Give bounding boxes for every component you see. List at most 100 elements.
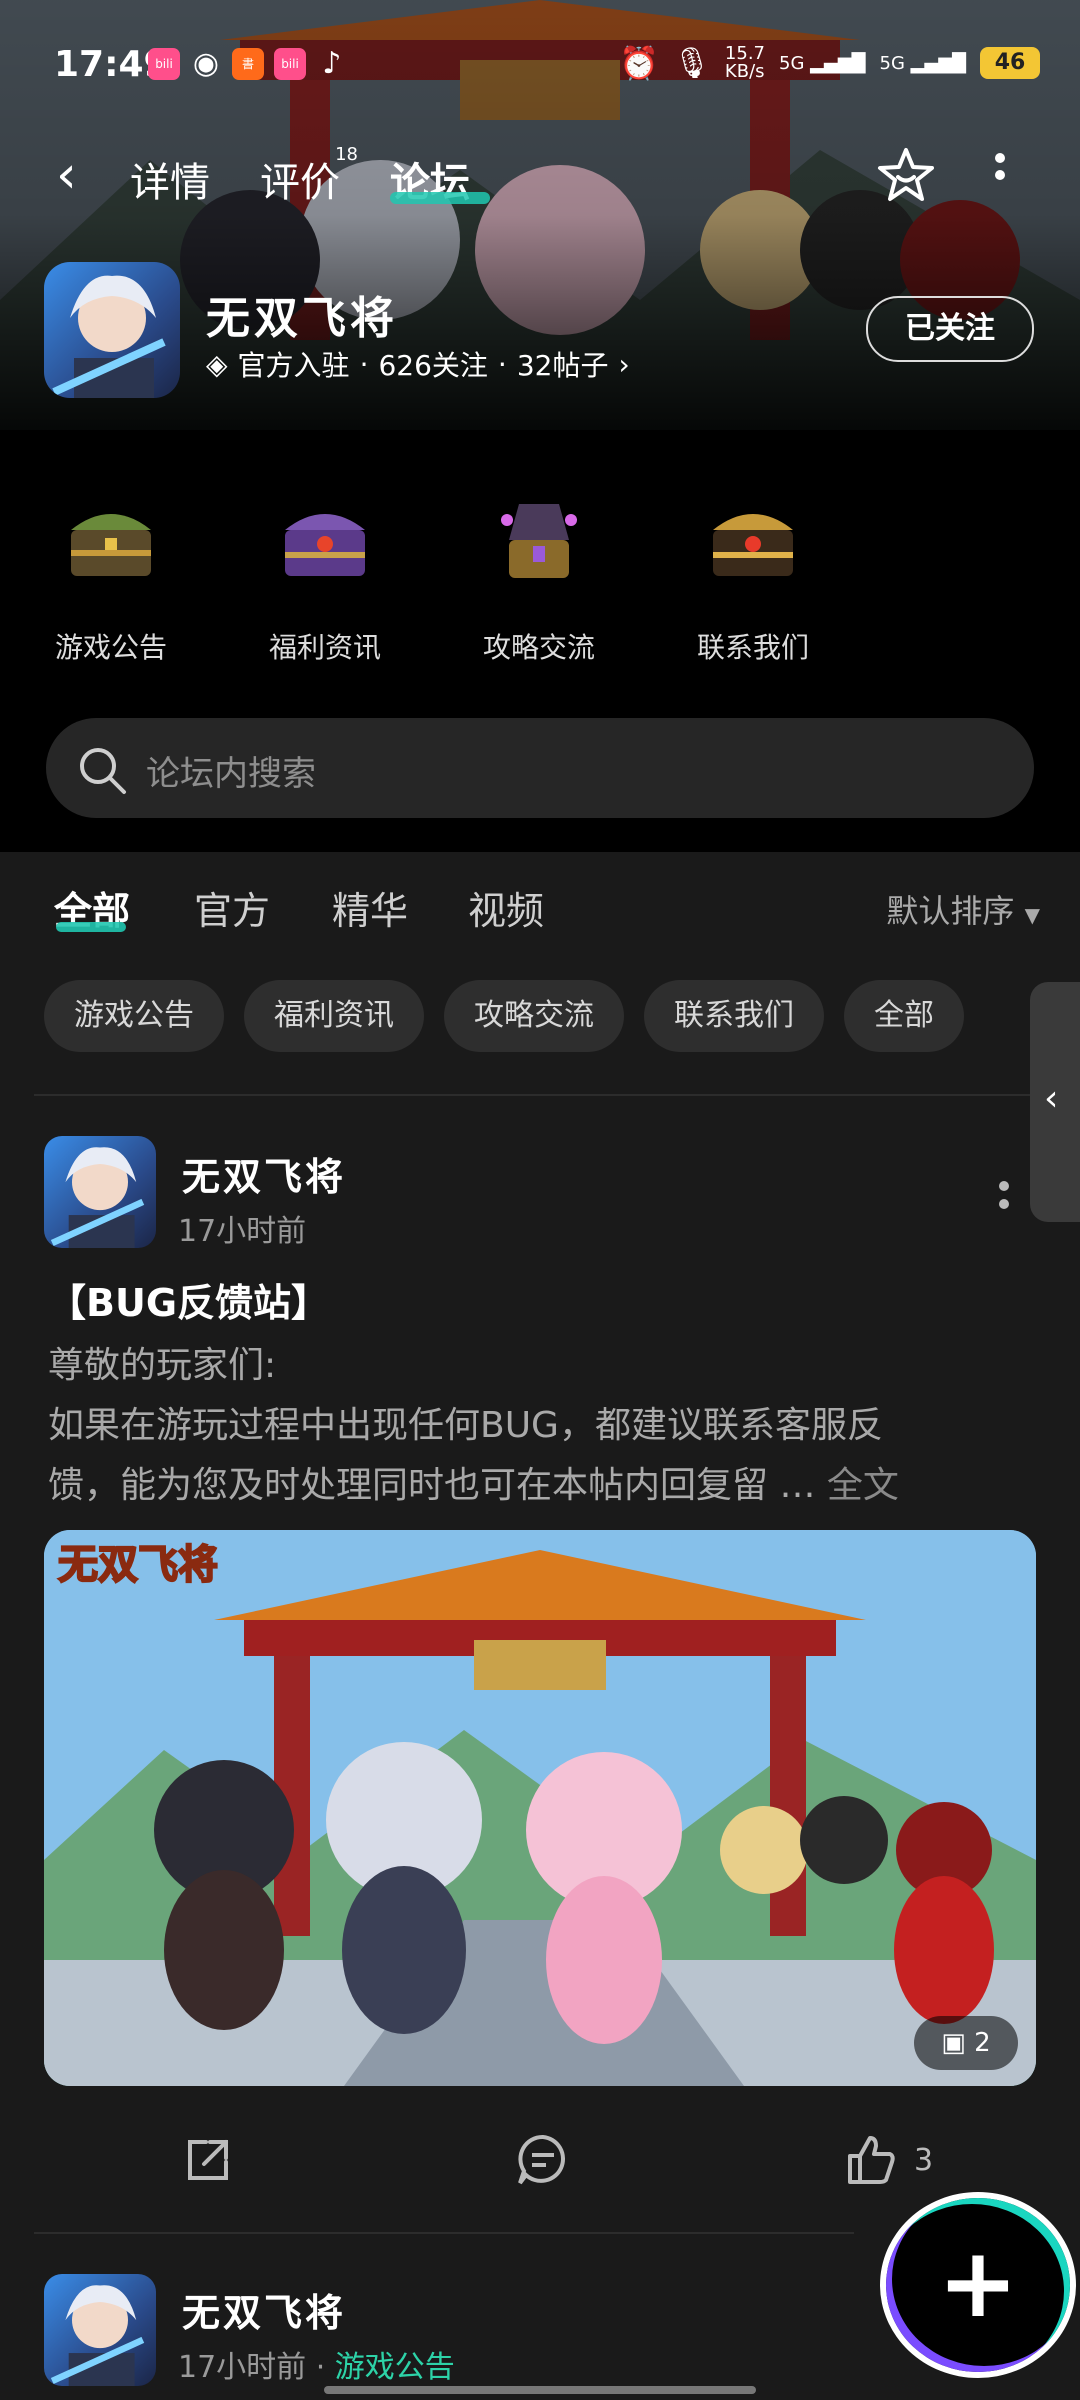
open-chest-icon <box>501 504 577 578</box>
review-count: 18 <box>335 144 358 165</box>
gallery-icon: ▣ <box>941 2028 966 2058</box>
post-body[interactable]: 尊敬的玩家们: 如果在游玩过程中出现任何BUG，都建议联系客服反 馈，能为您及时… <box>48 1336 1038 1516</box>
category-contact-us[interactable]: 联系我们 <box>668 490 838 666</box>
mic-icon: 🎙 <box>672 45 711 81</box>
search-icon <box>80 748 126 794</box>
plus-icon: + <box>937 2227 1019 2340</box>
feed-tab-indicator <box>56 922 126 932</box>
post-actions: 3 <box>0 2120 1080 2200</box>
share-button[interactable] <box>180 2120 236 2200</box>
category-grid: 游戏公告 福利资讯 攻略交流 联系我们 <box>0 490 1080 680</box>
favorite-star-icon[interactable] <box>876 146 936 206</box>
divider <box>34 2232 854 2234</box>
caret-down-icon: ▼ <box>1024 903 1040 927</box>
chip-guides[interactable]: 攻略交流 <box>444 980 624 1052</box>
search-placeholder: 论坛内搜索 <box>146 754 316 794</box>
post-image[interactable]: 无双飞将 ▣ 2 <box>44 1530 1036 2086</box>
feed-tab-featured[interactable]: 精华 <box>332 880 408 935</box>
category-label: 攻略交流 <box>482 631 595 664</box>
app-icon[interactable] <box>44 262 180 398</box>
green-treasure-chest-icon <box>71 514 151 576</box>
tab-reviews[interactable]: 评价 18 <box>260 144 358 208</box>
diamond-icon: ◈ <box>206 347 228 381</box>
post-body-line: 馈，能为您及时处理同时也可在本帖内回复留 … 全文 <box>48 1465 899 1506</box>
post-author-name[interactable]: 无双飞将 <box>182 2282 346 2337</box>
post-body-line: 如果在游玩过程中出现任何BUG，都建议联系客服反 <box>48 1405 883 1446</box>
image-count-badge: ▣ 2 <box>914 2016 1018 2070</box>
tab-active-indicator <box>390 192 490 204</box>
post-title[interactable]: 【BUG反馈站】 <box>48 1272 329 1327</box>
back-arrow-icon[interactable]: ‹ <box>56 149 77 201</box>
chevron-right-icon: › <box>618 347 630 381</box>
divider <box>34 1094 1030 1096</box>
alarm-icon: ⏰ <box>618 44 659 82</box>
category-guides[interactable]: 攻略交流 <box>454 490 624 666</box>
purple-treasure-chest-icon <box>285 514 365 576</box>
post-more-icon[interactable] <box>998 1180 1010 1216</box>
share-icon <box>188 2140 228 2180</box>
more-options-icon[interactable] <box>990 150 1010 200</box>
post-author-avatar[interactable] <box>44 1136 156 1248</box>
category-label: 福利资讯 <box>268 631 381 664</box>
chip-benefits[interactable]: 福利资讯 <box>244 980 424 1052</box>
chip-all[interactable]: 全部 <box>844 980 964 1052</box>
app-meta[interactable]: ◈ 官方入驻 · 626关注 · 32帖子 › <box>206 344 630 384</box>
status-right: ⏰ 🎙 15.7 KB/s 5G ▂▄▆█ 5G ▂▄▆█ 46 <box>619 44 1040 82</box>
side-drawer-tab[interactable]: ‹ <box>1030 982 1080 1222</box>
category-game-announcement[interactable]: 游戏公告 <box>26 490 196 666</box>
post-image-logo: 无双飞将 <box>58 1542 218 1588</box>
post-time: 17小时前 <box>178 1214 307 1249</box>
followed-button[interactable]: 已关注 <box>866 296 1034 362</box>
app-header: 无双飞将 ◈ 官方入驻 · 626关注 · 32帖子 › 已关注 <box>44 262 1044 402</box>
post-author-avatar[interactable] <box>44 2274 156 2386</box>
chevron-left-icon: ‹ <box>1044 1078 1059 1119</box>
category-label: 联系我们 <box>696 631 809 664</box>
create-post-button[interactable]: + <box>880 2192 1076 2378</box>
thumbs-up-icon <box>848 2136 895 2184</box>
bilibili-icon: bili <box>274 48 306 80</box>
net-speed: 15.7 KB/s <box>724 43 765 82</box>
home-indicator[interactable] <box>324 2386 756 2394</box>
chip-contact-us[interactable]: 联系我们 <box>644 980 824 1052</box>
category-label: 游戏公告 <box>54 631 167 664</box>
post-time: 17小时前 <box>178 2350 307 2385</box>
battery-icon: 46 <box>980 47 1040 79</box>
sort-label: 默认排序 <box>886 892 1015 930</box>
tab-details[interactable]: 详情 <box>130 150 210 208</box>
post-category-tag[interactable]: 游戏公告 <box>335 2350 455 2385</box>
gold-treasure-chest-icon <box>713 514 793 576</box>
post-count: 32帖子 <box>516 349 609 382</box>
chip-game-announcement[interactable]: 游戏公告 <box>44 980 224 1052</box>
app-name: 无双飞将 <box>206 293 398 344</box>
sort-dropdown[interactable]: 默认排序 ▼ <box>886 886 1040 932</box>
signal-1: 5G ▂▄▆█ <box>779 52 866 74</box>
feed-tab-video[interactable]: 视频 <box>468 880 544 935</box>
post-author-name[interactable]: 无双飞将 <box>182 1146 346 1201</box>
official-label: 官方入驻 <box>237 349 350 382</box>
post-body-line: 尊敬的玩家们: <box>48 1345 277 1386</box>
top-nav: ‹ 详情 评价 18 论坛 <box>0 140 1080 210</box>
xiaohongshu-icon: 書 <box>232 48 264 80</box>
category-chips: 游戏公告 福利资讯 攻略交流 联系我们 全部 <box>44 980 1080 1054</box>
signal-2: 5G ▂▄▆█ <box>879 52 967 74</box>
status-bar: 17:49 bili ◉ 書 bili ♪ ⏰ 🎙 15.7 KB/s 5G ▂… <box>0 40 1080 90</box>
comment-icon <box>518 2134 565 2185</box>
comment-button[interactable] <box>514 2120 572 2200</box>
avatar-art <box>50 1147 145 1248</box>
follow-count: 626关注 <box>378 349 488 382</box>
wechat-icon: ◉ <box>192 46 220 81</box>
avatar-art <box>50 2285 145 2386</box>
post-image-art: 无双飞将 <box>44 1530 1036 2086</box>
tiktok-icon: ♪ <box>322 46 342 81</box>
feed-tab-official[interactable]: 官方 <box>194 880 270 935</box>
read-more-link[interactable]: 全文 <box>827 1465 899 1506</box>
image-count: 2 <box>974 2028 991 2058</box>
bilibili-icon: bili <box>148 48 180 80</box>
category-benefits[interactable]: 福利资讯 <box>240 490 410 666</box>
feed-tabs: 全部 官方 精华 视频 默认排序 ▼ <box>0 880 1080 950</box>
like-button[interactable]: 3 <box>842 2120 933 2200</box>
forum-search-bar[interactable]: 论坛内搜索 <box>46 718 1034 818</box>
app-icon-art <box>52 275 166 398</box>
notification-icons: bili ◉ 書 bili ♪ <box>148 48 348 80</box>
like-count: 3 <box>914 2142 934 2178</box>
